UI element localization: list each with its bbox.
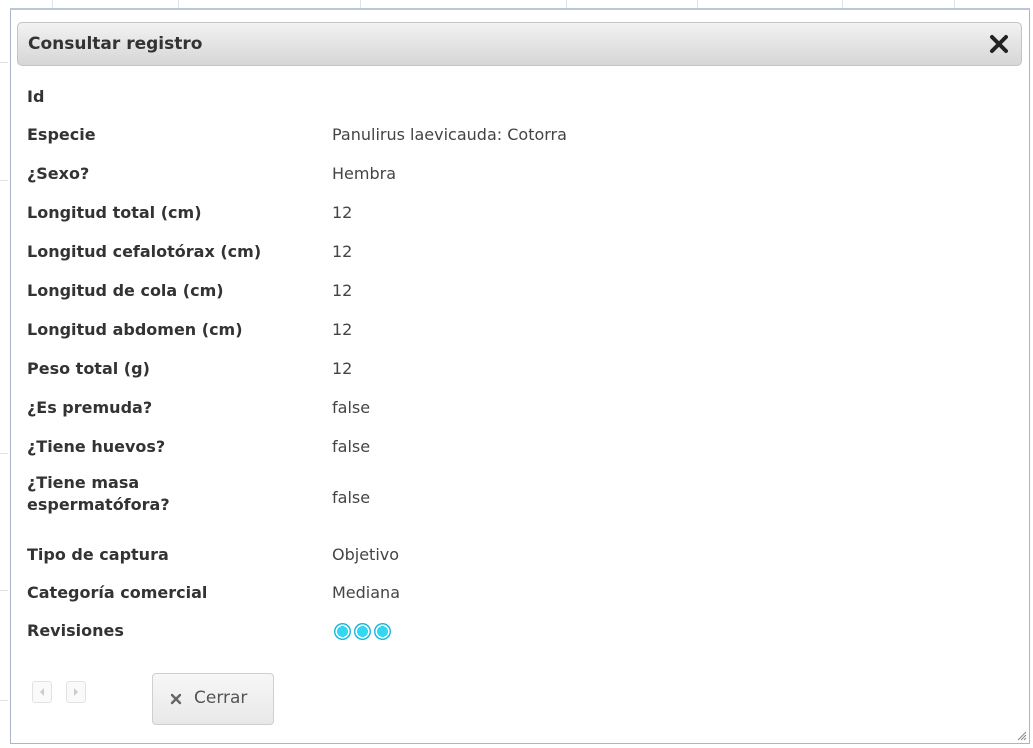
- close-x-icon: [170, 693, 182, 705]
- dialog-title: Consultar registro: [28, 34, 203, 54]
- field-label: Revisiones: [27, 621, 124, 640]
- field-value: 12: [332, 281, 353, 300]
- dialog-titlebar[interactable]: Consultar registro: [17, 22, 1022, 66]
- field-label: Peso total (g): [27, 359, 150, 378]
- consult-record-dialog: Consultar registro Id Especie Panulirus …: [10, 8, 1030, 744]
- field-value: 12: [332, 320, 353, 339]
- field-label: ¿Sexo?: [27, 164, 90, 183]
- field-value: false: [332, 488, 371, 507]
- field-label: Tipo de captura: [27, 545, 169, 564]
- field-label: Categoría comercial: [27, 583, 208, 602]
- field-value: 12: [332, 359, 353, 378]
- background-grid-line: [0, 700, 8, 701]
- background-grid-line: [0, 62, 8, 63]
- field-label: Longitud abdomen (cm): [27, 320, 243, 339]
- triangle-left-icon: [40, 688, 44, 696]
- field-value: Mediana: [332, 583, 400, 602]
- field-value: 12: [332, 242, 353, 261]
- field-label: Especie: [27, 125, 96, 144]
- field-value: Panulirus laevicauda: Cotorra: [332, 125, 567, 144]
- field-value: 12: [332, 203, 353, 222]
- prev-record-button[interactable]: [32, 681, 52, 703]
- field-label: Longitud total (cm): [27, 203, 202, 222]
- field-label: Longitud de cola (cm): [27, 281, 224, 300]
- close-button-label: Cerrar: [194, 688, 248, 708]
- field-label: ¿Es premuda?: [27, 398, 153, 417]
- revisiones-indicators: [334, 621, 394, 645]
- close-button[interactable]: Cerrar: [152, 673, 274, 725]
- triangle-right-icon: [74, 688, 78, 696]
- resize-grip-icon[interactable]: [1015, 729, 1027, 741]
- background-grid-line: [0, 590, 8, 591]
- revision-dot-icon: [334, 623, 351, 640]
- field-label: Id: [27, 87, 45, 106]
- next-record-button[interactable]: [66, 681, 86, 703]
- field-label: ¿Tiene masa espermatófora?: [27, 473, 170, 514]
- field-value: Hembra: [332, 164, 396, 183]
- close-x-icon[interactable]: [986, 31, 1012, 57]
- field-value: false: [332, 437, 371, 456]
- background-grid-line: [0, 453, 8, 454]
- field-value: Objetivo: [332, 545, 400, 564]
- background-grid-line: [0, 180, 8, 181]
- revision-dot-icon: [374, 623, 391, 640]
- revision-dot-icon: [354, 623, 371, 640]
- field-value: false: [332, 398, 371, 417]
- field-label: Longitud cefalotórax (cm): [27, 242, 262, 261]
- field-label: ¿Tiene huevos?: [27, 437, 166, 456]
